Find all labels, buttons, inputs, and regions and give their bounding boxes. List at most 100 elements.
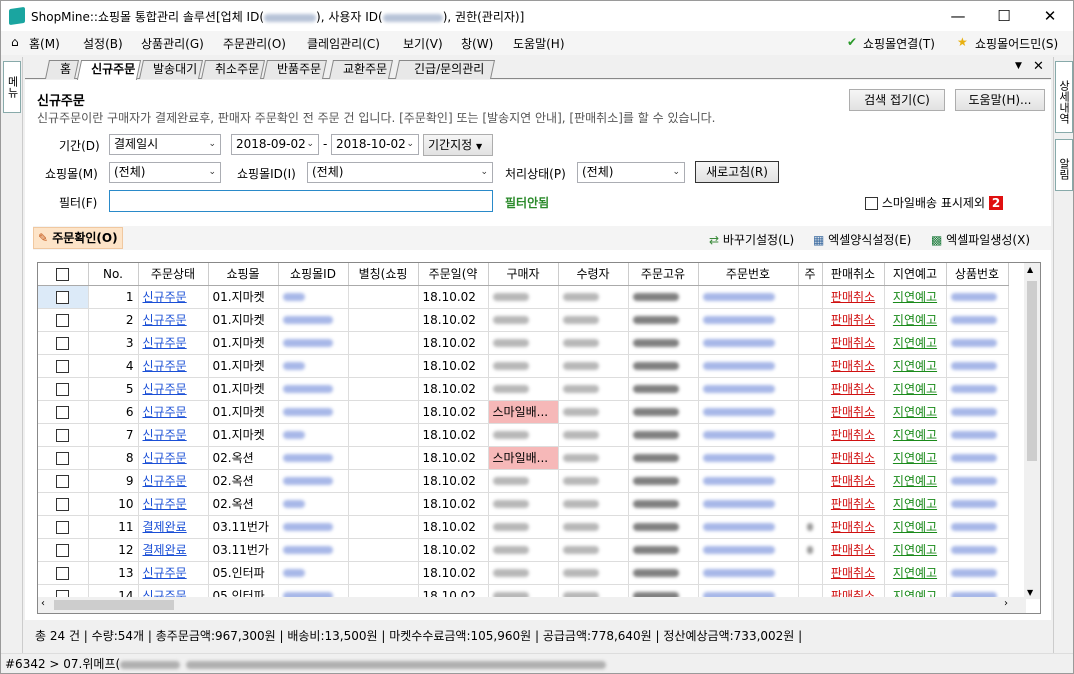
row-checkbox[interactable] — [56, 497, 70, 511]
product-number[interactable] — [946, 354, 1009, 378]
row-checkbox-cell[interactable] — [38, 446, 89, 470]
horizontal-scroll-thumb[interactable] — [54, 600, 174, 610]
vertical-scrollbar[interactable]: ▲ ▼ — [1024, 263, 1040, 599]
row-checkbox-cell[interactable] — [38, 400, 89, 424]
period-type-select[interactable]: 결제일시 ⌄ — [109, 134, 221, 155]
sell-cancel-link[interactable]: 판매취소 — [822, 423, 885, 447]
sell-cancel-link[interactable]: 판매취소 — [822, 308, 885, 332]
delay-notice-link[interactable]: 지연예고 — [884, 354, 947, 378]
order-number[interactable] — [698, 469, 799, 493]
product-number[interactable] — [946, 446, 1009, 470]
order-number[interactable] — [698, 423, 799, 447]
delay-notice-link[interactable]: 지연예고 — [884, 331, 947, 355]
row-checkbox-cell[interactable] — [38, 423, 89, 447]
order-number[interactable] — [698, 561, 799, 585]
tab-urgent-inquiry[interactable]: 긴급/문의관리 — [394, 60, 496, 79]
sell-cancel-link[interactable]: 판매취소 — [822, 515, 885, 539]
row-checkbox-cell[interactable] — [38, 308, 89, 332]
menu-settings[interactable]: 설정(B) — [83, 35, 123, 52]
sell-cancel-link[interactable]: 판매취소 — [822, 469, 885, 493]
order-state-link[interactable]: 결제완료 — [138, 538, 209, 562]
table-row[interactable]: 7 신규주문 01.지마켓 18.10.02 판매취소 지연예고 — [38, 423, 1009, 447]
column-header[interactable]: 구매자 — [488, 263, 559, 286]
row-checkbox-cell[interactable] — [38, 285, 89, 309]
column-header[interactable]: 주문상태 — [138, 263, 209, 286]
sell-cancel-link[interactable]: 판매취소 — [822, 400, 885, 424]
menu-mall-admin[interactable]: 쇼핑몰어드민(S) — [975, 35, 1058, 52]
order-number[interactable] — [698, 285, 799, 309]
menu-orders[interactable]: 주문관리(O) — [223, 35, 286, 52]
order-number[interactable] — [698, 308, 799, 332]
row-checkbox[interactable] — [56, 313, 70, 327]
column-header[interactable]: 주문일(약 — [418, 263, 489, 286]
delay-notice-link[interactable]: 지연예고 — [884, 561, 947, 585]
product-number[interactable] — [946, 492, 1009, 516]
product-number[interactable] — [946, 515, 1009, 539]
row-checkbox[interactable] — [56, 359, 70, 373]
product-number[interactable] — [946, 308, 1009, 332]
row-checkbox-cell[interactable] — [38, 492, 89, 516]
row-checkbox[interactable] — [56, 428, 70, 442]
order-state-link[interactable]: 신규주문 — [138, 446, 209, 470]
row-checkbox[interactable] — [56, 474, 70, 488]
menu-claims[interactable]: 클레임관리(C) — [307, 35, 380, 52]
table-row[interactable]: 6 신규주문 01.지마켓 18.10.02 스마일배... 판매취소 지연예고 — [38, 400, 1009, 424]
order-state-link[interactable]: 신규주문 — [138, 561, 209, 585]
delay-notice-link[interactable]: 지연예고 — [884, 308, 947, 332]
delay-notice-link[interactable]: 지연예고 — [884, 400, 947, 424]
product-number[interactable] — [946, 400, 1009, 424]
vertical-scroll-thumb[interactable] — [1027, 281, 1037, 461]
minimize-button[interactable]: — — [935, 1, 981, 31]
select-all-checkbox[interactable] — [38, 263, 89, 286]
row-checkbox-cell[interactable] — [38, 331, 89, 355]
order-number[interactable] — [698, 492, 799, 516]
row-checkbox[interactable] — [56, 520, 70, 534]
order-state-link[interactable]: 신규주문 — [138, 331, 209, 355]
row-checkbox-cell[interactable] — [38, 515, 89, 539]
date-from-picker[interactable]: 2018-09-02 ⌄ — [231, 134, 319, 155]
delay-notice-link[interactable]: 지연예고 — [884, 492, 947, 516]
date-to-picker[interactable]: 2018-10-02 ⌄ — [331, 134, 419, 155]
scroll-up-icon[interactable]: ▲ — [1027, 265, 1033, 274]
order-number[interactable] — [698, 538, 799, 562]
order-state-link[interactable]: 신규주문 — [138, 377, 209, 401]
sell-cancel-link[interactable]: 판매취소 — [822, 354, 885, 378]
scroll-down-icon[interactable]: ▼ — [1027, 588, 1033, 597]
table-row[interactable]: 13 신규주문 05.인터파 18.10.02 판매취소 지연예고 — [38, 561, 1009, 585]
order-state-link[interactable]: 신규주문 — [138, 423, 209, 447]
row-checkbox[interactable] — [56, 336, 70, 350]
column-header[interactable]: 주문고유 — [628, 263, 699, 286]
row-checkbox[interactable] — [56, 382, 70, 396]
horizontal-scrollbar[interactable]: ‹ › — [38, 597, 1026, 613]
row-checkbox[interactable] — [56, 566, 70, 580]
delay-notice-link[interactable]: 지연예고 — [884, 515, 947, 539]
tab-ship-wait[interactable]: 발송대기 — [138, 60, 204, 79]
order-number[interactable] — [698, 377, 799, 401]
scroll-left-icon[interactable]: ‹ — [41, 598, 45, 609]
table-row[interactable]: 9 신규주문 02.옥션 18.10.02 판매취소 지연예고 — [38, 469, 1009, 493]
row-checkbox-cell[interactable] — [38, 538, 89, 562]
scroll-right-icon[interactable]: › — [1004, 598, 1008, 609]
maximize-button[interactable]: ☐ — [981, 1, 1027, 31]
order-state-link[interactable]: 신규주문 — [138, 308, 209, 332]
order-state-link[interactable]: 신규주문 — [138, 492, 209, 516]
order-state-link[interactable]: 신규주문 — [138, 285, 209, 309]
alert-side-tab[interactable]: 알림 — [1055, 139, 1073, 191]
order-number[interactable] — [698, 354, 799, 378]
period-set-button[interactable]: 기간지정 ▼ — [423, 134, 493, 156]
sell-cancel-link[interactable]: 판매취소 — [822, 331, 885, 355]
menu-products[interactable]: 상품관리(G) — [141, 35, 204, 52]
delay-notice-link[interactable]: 지연예고 — [884, 285, 947, 309]
product-number[interactable] — [946, 331, 1009, 355]
table-row[interactable]: 5 신규주문 01.지마켓 18.10.02 판매취소 지연예고 — [38, 377, 1009, 401]
excel-make-button[interactable]: ▩ 엑셀파일생성(X) — [931, 231, 1030, 248]
tab-return-orders[interactable]: 반품주문 — [262, 60, 328, 79]
column-header[interactable]: 쇼핑몰ID — [278, 263, 349, 286]
tab-new-orders[interactable]: 신규주문 — [76, 60, 142, 80]
product-number[interactable] — [946, 285, 1009, 309]
menu-view[interactable]: 보기(V) — [403, 35, 443, 52]
sell-cancel-link[interactable]: 판매취소 — [822, 446, 885, 470]
row-checkbox[interactable] — [56, 290, 70, 304]
table-row[interactable]: 2 신규주문 01.지마켓 18.10.02 판매취소 지연예고 — [38, 308, 1009, 332]
delay-notice-link[interactable]: 지연예고 — [884, 538, 947, 562]
